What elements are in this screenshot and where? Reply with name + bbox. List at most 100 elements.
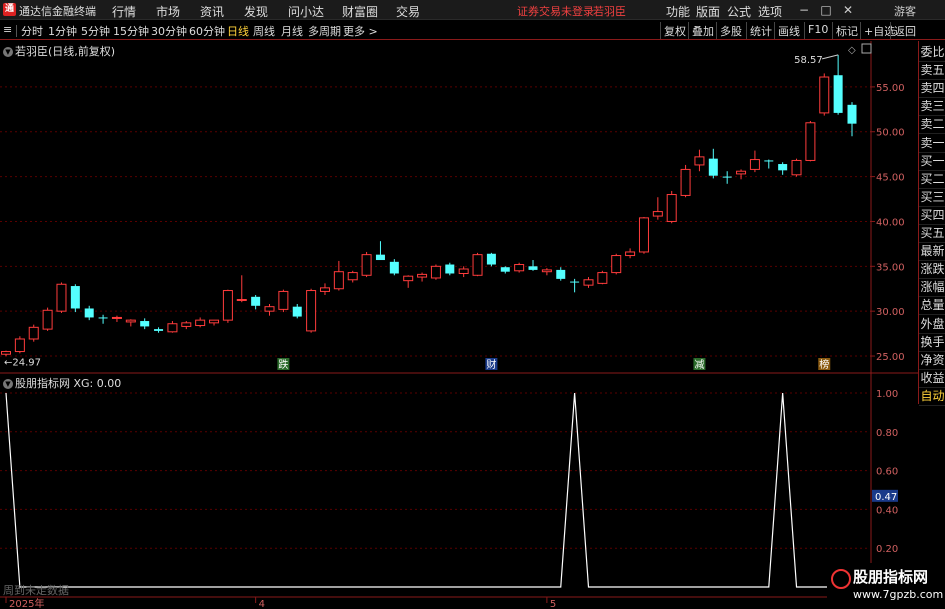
side-item-13[interactable]: 涨幅: [919, 278, 945, 298]
date-label: 4: [259, 599, 265, 609]
menu-trade[interactable]: 交易: [396, 3, 420, 20]
menu-quotes[interactable]: 行情: [112, 3, 136, 20]
event-marker-label: 财: [486, 358, 496, 371]
candle-body-up: [167, 323, 178, 333]
side-item-12[interactable]: 涨跌: [919, 260, 945, 280]
candle-body-up: [347, 272, 358, 281]
menu-market[interactable]: 市场: [156, 3, 180, 20]
candle-body-down: [708, 158, 718, 176]
multi-stock-button[interactable]: 多股: [716, 22, 745, 39]
period-more[interactable]: 更多 >: [343, 23, 378, 39]
back-button[interactable]: 返回: [890, 22, 919, 39]
side-item-0[interactable]: 委比: [919, 43, 945, 62]
candle-body-down: [389, 261, 399, 274]
candle-body-up: [819, 76, 830, 114]
menu-layout[interactable]: 版面: [696, 3, 720, 20]
auto-button[interactable]: 自动: [919, 387, 945, 406]
side-item-11[interactable]: 最新: [919, 242, 945, 262]
side-item-2[interactable]: 卖四: [919, 79, 945, 99]
minimize-icon[interactable]: −: [796, 2, 812, 18]
side-item-9[interactable]: 买四: [919, 206, 945, 225]
draw-line-button[interactable]: 画线: [774, 22, 803, 39]
side-item-15[interactable]: 外盘: [919, 315, 945, 334]
indicator-title: ▼ 股朋指标网 XG: 0.00: [3, 375, 121, 391]
candle-body-up: [736, 170, 747, 175]
candle-body-down: [98, 317, 108, 319]
menu-options[interactable]: 选项: [758, 3, 782, 20]
menu-news[interactable]: 资讯: [200, 3, 224, 20]
period-multi[interactable]: 多周期: [308, 23, 341, 39]
statistics-button[interactable]: 统计: [746, 22, 775, 39]
period-1min[interactable]: 1分钟: [48, 23, 77, 39]
indicator-axis-label: 0.60: [876, 467, 898, 478]
menu-discover[interactable]: 发现: [244, 3, 268, 20]
side-item-1[interactable]: 卖五: [919, 61, 945, 81]
candle-body-up: [222, 290, 233, 321]
candle-body-down: [833, 75, 843, 113]
menu-function[interactable]: 功能: [666, 3, 690, 20]
adjust-button[interactable]: 复权: [660, 22, 689, 39]
high-price-label: 58.57: [794, 55, 823, 66]
event-marker-label: 减: [694, 359, 704, 371]
period-15min[interactable]: 15分钟: [113, 23, 149, 39]
side-item-16[interactable]: 换手: [919, 333, 945, 352]
side-item-4[interactable]: 卖二: [919, 115, 945, 135]
period-30min[interactable]: 30分钟: [151, 23, 187, 39]
indicator-title-text[interactable]: 股朋指标网: [15, 377, 70, 390]
watermark-logo-icon: [831, 569, 851, 589]
indicator-current-label: 0.47: [875, 492, 897, 503]
side-item-8[interactable]: 买三: [919, 188, 945, 207]
period-daily[interactable]: 日线: [227, 23, 249, 39]
menu-ask[interactable]: 问小达: [288, 3, 324, 20]
chart-settings-icon[interactable]: ▼: [3, 47, 13, 57]
period-monthly[interactable]: 月线: [281, 23, 303, 39]
toolbar-menu-icon[interactable]: ≡: [3, 23, 12, 36]
overlay-button[interactable]: 叠加: [688, 22, 717, 39]
candle-body-up: [749, 159, 760, 170]
trade-login-status[interactable]: 证券交易未登录: [517, 3, 594, 19]
menu-formula[interactable]: 公式: [727, 3, 751, 20]
maximize-icon[interactable]: □: [818, 2, 834, 18]
side-item-14[interactable]: 总量: [919, 296, 945, 316]
candle-body-up: [625, 251, 636, 257]
candle-body-up: [417, 273, 428, 278]
period-5min[interactable]: 5分钟: [81, 23, 110, 39]
candle-body-down: [486, 253, 496, 265]
f10-button[interactable]: F10: [804, 22, 831, 39]
candle-body-up: [666, 194, 677, 222]
candle-body-up: [319, 287, 330, 292]
chart-area[interactable]: 55.00 50.00 45.00 40.00 35.00 30.00 25.00 1.00 0…: [0, 41, 918, 609]
kline-chart-svg[interactable]: 55.00 50.00 45.00 40.00 35.00 30.00 25.00 1.00 0…: [0, 41, 918, 609]
close-icon[interactable]: ✕: [840, 2, 856, 18]
side-item-18[interactable]: 收益: [919, 369, 945, 388]
mark-button[interactable]: 标记: [832, 22, 861, 39]
indicator-settings-icon[interactable]: ▼: [3, 379, 13, 389]
watermark-title: 股朋指标网: [853, 568, 929, 586]
period-weekly[interactable]: 周线: [253, 23, 275, 39]
side-item-10[interactable]: 买五: [919, 224, 945, 243]
period-60min[interactable]: 60分钟: [189, 23, 225, 39]
candle-body-down: [764, 160, 774, 162]
side-item-6[interactable]: 买一: [919, 152, 945, 171]
app-logo-icon: 通: [3, 3, 16, 16]
candle-body-up: [514, 264, 525, 272]
candle-body-up: [652, 211, 663, 217]
side-item-5[interactable]: 卖一: [919, 134, 945, 153]
side-item-17[interactable]: 净资: [919, 351, 945, 370]
event-marker-label: 榜: [819, 358, 829, 371]
candle-body-up: [28, 326, 39, 340]
menu-wealth-circle[interactable]: 财富圈: [342, 3, 378, 20]
candle-body-up: [791, 159, 802, 176]
period-intraday[interactable]: 分时: [21, 23, 43, 39]
diamond-icon: ◇: [848, 45, 856, 56]
side-item-3[interactable]: 卖三: [919, 97, 945, 117]
candle-body-up: [1, 351, 11, 355]
candle-body-up: [209, 319, 220, 324]
candle-body-down: [778, 164, 788, 171]
guest-user-label[interactable]: 游客: [894, 3, 916, 19]
candle-body-up: [694, 156, 705, 166]
menu-bar: 通 通达信金融终端 行情 市场 资讯 发现 问小达 财富圈 交易 证券交易未登录…: [0, 0, 945, 20]
indicator-value-text: XG: 0.00: [73, 377, 122, 390]
watermark-logo: 股朋指标网 www.7gpzb.com: [827, 563, 945, 609]
side-item-7[interactable]: 买二: [919, 170, 945, 189]
